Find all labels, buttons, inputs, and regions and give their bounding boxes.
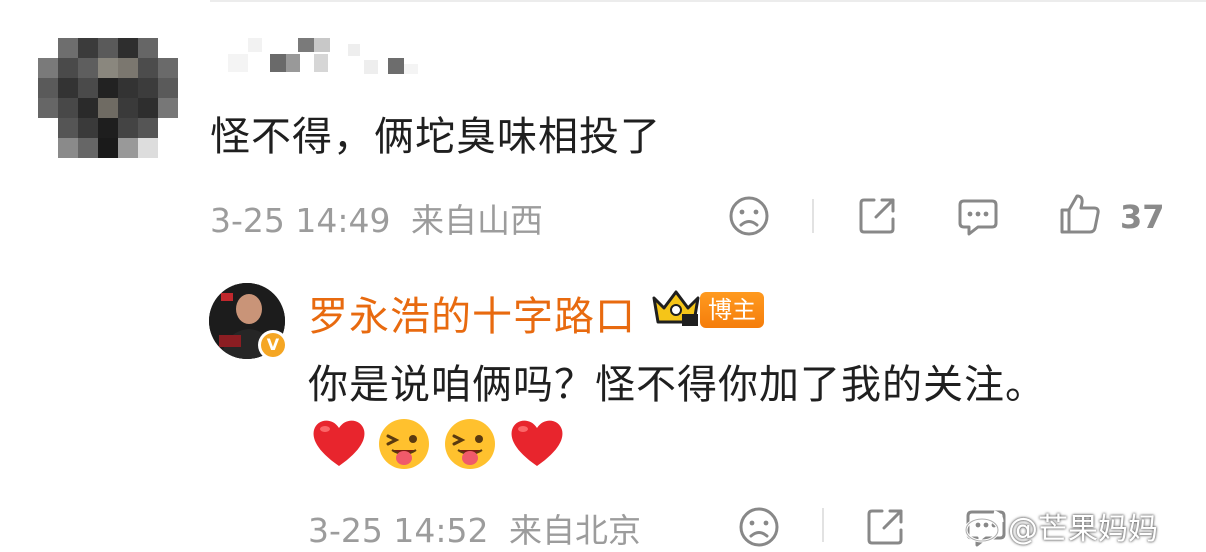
reply-author-name[interactable]: 罗永浩的十字路口 [308, 284, 636, 342]
comment-text: 怪不得，俩坨臭味相投了 [210, 114, 661, 160]
sad-face-icon[interactable] [728, 195, 770, 237]
watermark: @芒果妈妈 [1008, 512, 1158, 547]
weibo-logo-icon [964, 510, 1004, 543]
comment-location: 来自山西 [411, 201, 543, 240]
comment-meta: 3-25 14:49 来自山西 [210, 194, 543, 242]
divider [210, 0, 1206, 2]
verified-badge: V [258, 330, 288, 360]
divider [812, 199, 814, 233]
share-icon[interactable] [856, 195, 898, 237]
divider [822, 508, 824, 542]
pixelated-avatar[interactable] [38, 38, 178, 158]
like-count: 37 [1120, 198, 1165, 236]
heart-emoji [313, 420, 365, 466]
tongue-wink-emoji [379, 419, 429, 469]
tongue-wink-emoji [445, 419, 495, 469]
blogger-badge: 博主 [700, 292, 764, 328]
reply-location: 来自北京 [509, 511, 641, 550]
reply-text: 你是说咱俩吗？怪不得你加了我的关注。 [308, 362, 1046, 408]
thumbs-up-icon[interactable] [1058, 192, 1102, 236]
crown-icon [652, 290, 700, 326]
reply-meta: 3-25 14:52 来自北京 [308, 504, 641, 552]
comment-time: 3-25 14:49 [210, 201, 391, 240]
comment-icon[interactable] [956, 196, 1000, 238]
heart-emoji [511, 420, 563, 466]
share-icon[interactable] [864, 506, 906, 548]
sad-face-icon[interactable] [738, 506, 780, 548]
reply-time: 3-25 14:52 [308, 511, 489, 550]
pixelated-username[interactable] [228, 38, 428, 84]
